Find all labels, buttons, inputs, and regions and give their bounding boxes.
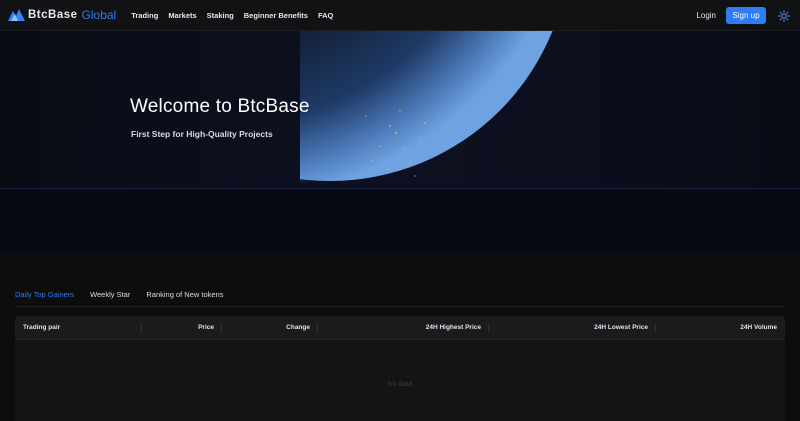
hero-title: Welcome to BtcBase [130,96,310,117]
hero-lower-band [0,189,800,254]
brand-name: BtcBase [28,9,78,21]
earth-image [300,31,564,188]
col-24h-volume[interactable]: 24H Volume [740,316,777,340]
tab-weekly-star[interactable]: Weekly Star [90,290,130,307]
top-navbar: BtcBase Global Trading Markets Staking B… [0,0,800,31]
nav-trading[interactable]: Trading [131,11,158,20]
col-change[interactable]: Change [286,316,310,340]
nav-staking[interactable]: Staking [207,11,234,20]
col-divider [488,323,489,333]
tab-daily-top-gainers[interactable]: Daily Top Gainers [15,290,75,307]
signup-button[interactable]: Sign up [726,7,766,24]
theme-toggle-sun-icon[interactable] [778,9,790,22]
nav-faq[interactable]: FAQ [318,11,333,20]
col-divider [655,323,656,333]
nav-beginner-benefits[interactable]: Beginner Benefits [244,11,308,20]
table-header: Trading pair Price Change 24H Highest Pr… [15,316,785,340]
tab-new-tokens[interactable]: Ranking of New tokens [146,290,223,307]
login-link[interactable]: Login [696,11,716,20]
market-tabs: Daily Top Gainers Weekly Star Ranking of… [15,290,239,307]
tabs-divider [15,306,785,307]
hero-subtitle: First Step for High-Quality Projects [131,129,273,139]
logo-icon [8,9,25,21]
col-divider [317,323,318,333]
col-trading-pair[interactable]: Trading pair [23,316,60,340]
market-table: Trading pair Price Change 24H Highest Pr… [15,316,785,421]
hero-banner: Welcome to BtcBase First Step for High-Q… [0,31,800,189]
header-actions: Login Sign up [696,0,800,31]
col-price[interactable]: Price [198,316,214,340]
col-divider [221,323,222,333]
empty-state: No data [387,381,413,388]
market-section: Daily Top Gainers Weekly Star Ranking of… [0,254,800,421]
brand-suffix: Global [81,8,117,22]
col-24h-low[interactable]: 24H Lowest Price [594,316,648,340]
col-24h-high[interactable]: 24H Highest Price [426,316,481,340]
main-nav: Trading Markets Staking Beginner Benefit… [126,11,338,20]
brand-logo[interactable]: BtcBase Global [8,0,116,31]
nav-markets[interactable]: Markets [168,11,196,20]
col-divider [141,323,142,333]
